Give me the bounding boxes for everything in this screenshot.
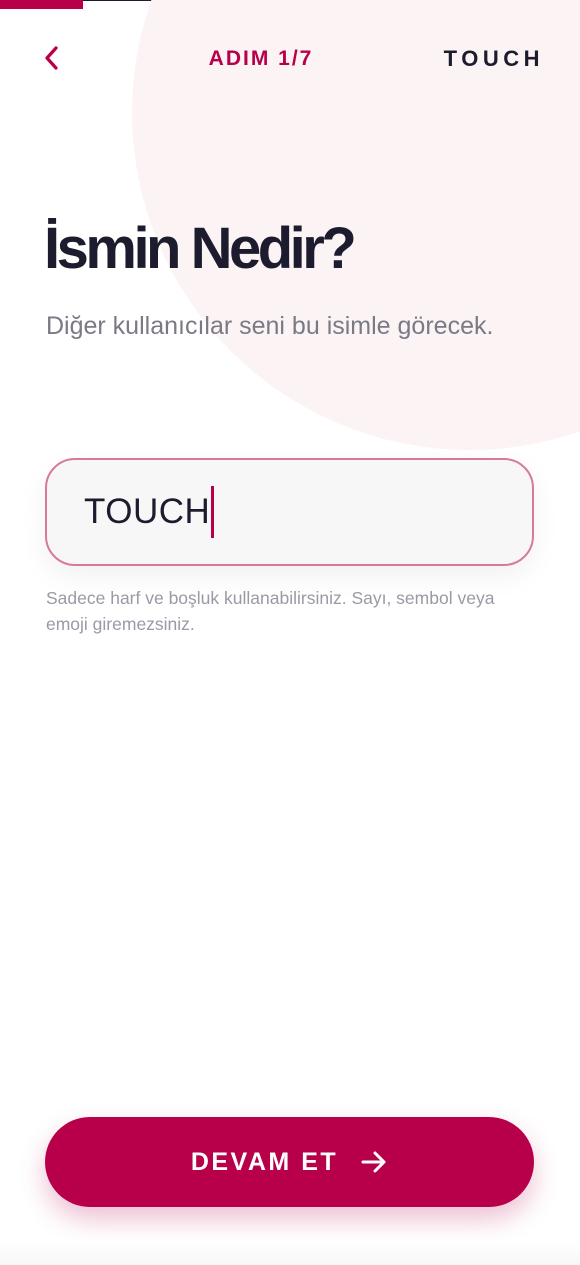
helper-text: Sadece harf ve boşluk kullanabilirsiniz.… [46, 588, 495, 634]
name-input[interactable]: TOUCH [45, 458, 534, 566]
bottom-fade [0, 1240, 580, 1265]
step-indicator: ADIM 1/7 [208, 47, 314, 70]
page-title: İsmin Nedir? [44, 216, 357, 281]
back-button[interactable] [30, 36, 74, 80]
continue-button[interactable]: DEVAM ET [45, 1117, 534, 1207]
brand-logo: TOUCH [443, 46, 544, 71]
chevron-left-icon [45, 46, 58, 70]
name-input-value: TOUCH [84, 492, 211, 531]
text-caret [211, 486, 215, 538]
continue-button-label: DEVAM ET [190, 1148, 339, 1176]
arrow-right-icon [361, 1151, 386, 1173]
progress-fill [0, 0, 83, 9]
onboarding-name-screen: ADIM 1/7 TOUCH İsmin Nedir? Diğer kullan… [0, 0, 580, 1265]
page-subtitle: Diğer kullanıcılar seni bu isimle görece… [46, 312, 494, 340]
